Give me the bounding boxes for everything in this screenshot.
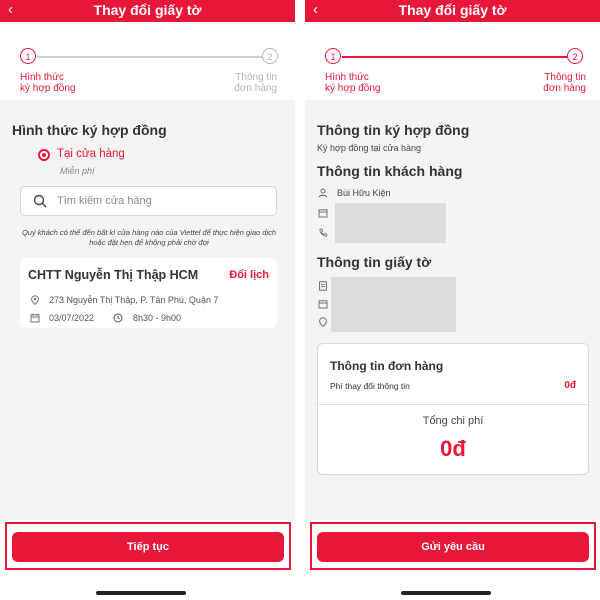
right-phone-screen: ‹ Thay đổi giấy tờ 1 2 Hình thức ký hợp … (305, 0, 600, 600)
customer-name: Bùi Hữu Kiện (337, 188, 391, 198)
step-2-indicator: 2 (262, 48, 278, 64)
order-title: Thông tin đơn hàng (330, 359, 444, 373)
step-1-indicator: 1 (325, 48, 341, 64)
store-card[interactable]: CHTT Nguyễn Thị Thập HCM Đổi lịch 273 Ng… (20, 258, 277, 328)
step-1-label: Hình thức ký hợp đồng (325, 72, 380, 94)
stepper: 1 2 Hình thức ký hợp đồng Thông tin đơn … (0, 22, 295, 100)
submit-request-button[interactable]: Gửi yêu cầu (317, 532, 589, 562)
step-1-number: 1 (25, 52, 31, 62)
step-2-label-line1: Thông tin (235, 72, 277, 83)
home-indicator (401, 591, 491, 595)
app-header: ‹ Thay đổi giấy tờ (0, 0, 295, 22)
left-phone-screen: ‹ Thay đổi giấy tờ 1 2 Hình thức ký hợp … (0, 0, 295, 600)
radio-in-store[interactable] (38, 149, 50, 161)
appointment-time: 8h30 - 9h00 (133, 313, 182, 323)
location-pin-icon (319, 317, 327, 327)
store-search-field[interactable]: Tìm kiếm cửa hàng (20, 186, 277, 216)
person-icon (318, 188, 328, 198)
stepper: 1 2 Hình thức ký hợp đồng Thông tin đơn … (305, 22, 600, 100)
clock-icon (113, 313, 123, 323)
step-1-label-line2: ký hợp đồng (325, 83, 381, 94)
order-divider (318, 404, 588, 405)
step-2-indicator: 2 (567, 48, 583, 64)
fee-label: Phí thay đổi thông tin (330, 381, 410, 391)
page-title: Thay đổi giấy tờ (398, 2, 507, 18)
step-2-label-line2: đơn hàng (234, 83, 277, 94)
document-icon (319, 281, 327, 291)
store-name: CHTT Nguyễn Thị Thập HCM (28, 268, 199, 282)
step-2-number: 2 (267, 52, 273, 62)
info-note: Quý khách có thể đến bất kì cửa hàng nào… (21, 228, 277, 247)
contract-method-value: Ký hợp đồng tại cửa hàng (317, 143, 421, 153)
screenshot-stage: ‹ Thay đổi giấy tờ 1 2 Hình thức ký hợp … (0, 0, 600, 600)
step-1-indicator: 1 (20, 48, 36, 64)
fee-value: 0đ (564, 380, 576, 391)
step-connector (37, 56, 262, 58)
step-1-label: Hình thức ký hợp đồng (20, 72, 75, 94)
home-indicator (96, 591, 186, 595)
calendar-icon (318, 209, 328, 218)
calendar-icon (30, 313, 40, 323)
option-label[interactable]: Tại cửa hàng (57, 148, 125, 160)
search-input[interactable]: Tìm kiếm cửa hàng (57, 195, 152, 207)
order-summary-card: Thông tin đơn hàng Phí thay đổi thông ti… (317, 343, 589, 475)
option-sub: Miễn phí (60, 166, 95, 176)
step-2-label-line1: Thông tin (544, 72, 586, 83)
continue-button[interactable]: Tiếp tục (12, 532, 284, 562)
appointment-date: 03/07/2022 (49, 313, 95, 323)
total-value: 0đ (440, 436, 466, 461)
step-2-label: Thông tin đơn hàng (234, 72, 277, 94)
step-2-number: 2 (572, 52, 578, 62)
contract-section-title: Thông tin ký hợp đồng (317, 122, 470, 138)
document-section-title: Thông tin giấy tờ (317, 254, 432, 270)
section-title: Hình thức ký hợp đồng (12, 122, 167, 138)
step-1-label-line1: Hình thức (20, 72, 64, 83)
phone-icon (319, 228, 328, 237)
page-title: Thay đổi giấy tờ (93, 2, 202, 18)
step-1-label-line2: ký hợp đồng (20, 83, 76, 94)
redacted-document-details (331, 277, 456, 332)
step-1-number: 1 (330, 52, 336, 62)
location-pin-icon (31, 295, 39, 305)
redacted-customer-details (335, 203, 446, 243)
reschedule-link[interactable]: Đổi lịch (229, 269, 269, 281)
store-address: 273 Nguyễn Thị Thập, P. Tân Phú, Quận 7 (49, 295, 219, 305)
calendar-icon (318, 300, 328, 309)
total-label: Tổng chi phí (422, 415, 484, 427)
app-header: ‹ Thay đổi giấy tờ (305, 0, 600, 22)
step-1-label-line1: Hình thức (325, 72, 369, 83)
customer-section-title: Thông tin khách hàng (317, 163, 463, 179)
step-2-label-line2: đơn hàng (543, 83, 586, 94)
step-2-label: Thông tin đơn hàng (543, 72, 586, 94)
radio-dot (42, 153, 46, 157)
step-connector (342, 56, 567, 58)
search-icon (33, 194, 47, 208)
